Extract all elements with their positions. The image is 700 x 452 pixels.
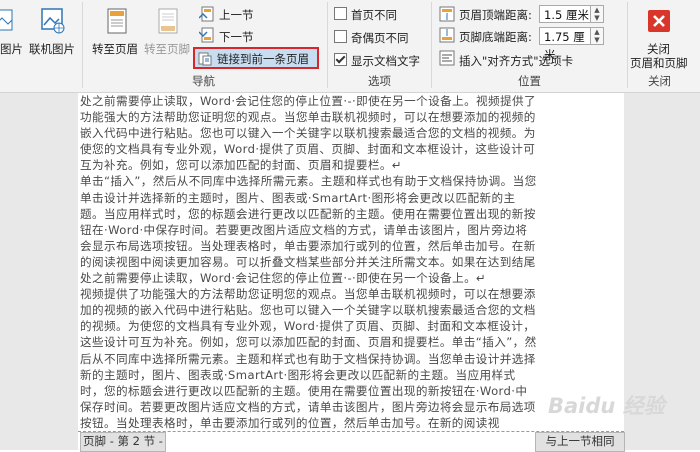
odd-even-diff-checkbox[interactable]	[334, 30, 347, 43]
paragraph[interactable]: 处之前需要停止读取，Word·会记住您的停止位置·-·即使在另一个设备上。视频提…	[80, 93, 538, 173]
footer-section-tab: 页脚 - 第 2 节 -	[80, 432, 166, 452]
ribbon: 图片 联机图片 转至页眉 转至页脚 上一节 下一节 链接到前一条页眉 导航 首页…	[0, 0, 700, 93]
odd-even-diff-label[interactable]: 奇偶页不同	[351, 30, 409, 46]
header-top-input[interactable]: 1.5 厘米	[539, 5, 591, 23]
next-section-button[interactable]: 下一节	[219, 29, 254, 45]
show-doc-text-checkbox[interactable]	[334, 53, 347, 66]
watermark: Baidu 经验	[548, 394, 665, 418]
navigation-group-label: 导航	[192, 74, 215, 88]
link-to-previous-label: 链接到前一条页眉	[217, 52, 309, 66]
prev-section-icon[interactable]	[198, 6, 215, 22]
first-page-diff-checkbox[interactable]	[334, 7, 347, 20]
link-icon	[198, 51, 212, 66]
header-top-label: 页眉顶端距离:	[459, 8, 532, 22]
goto-header-icon[interactable]	[105, 7, 129, 35]
close-group-label: 关闭	[648, 74, 671, 88]
picture-icon[interactable]	[0, 8, 14, 32]
goto-header-button[interactable]: 转至页眉	[92, 41, 138, 57]
first-page-diff-label[interactable]: 首页不同	[351, 7, 397, 23]
online-picture-icon[interactable]	[40, 6, 66, 34]
paragraph[interactable]: 单击“插入”，然后从不同库中选择所需元素。主题和样式也有助于文档保持协调。当您单…	[80, 173, 538, 286]
same-as-previous-tab: 与上一节相同	[535, 432, 625, 452]
paragraph[interactable]: 视频提供了功能强大的方法帮助您证明您的观点。当您单击联机视频时，可以在想要添加的…	[80, 286, 538, 431]
footer-bottom-spinner[interactable]: ▲ ▼	[591, 27, 604, 45]
document-area: 处之前需要停止读取，Word·会记住您的停止位置·-·即使在另一个设备上。视频提…	[0, 93, 700, 452]
align-tab-icon[interactable]	[439, 50, 455, 66]
picture-button-label[interactable]: 图片	[0, 41, 23, 57]
header-top-spinner[interactable]: ▲ ▼	[591, 5, 604, 23]
document-body[interactable]: 处之前需要停止读取，Word·会记住您的停止位置·-·即使在另一个设备上。视频提…	[80, 93, 538, 431]
goto-footer-button: 转至页脚	[144, 42, 190, 56]
prev-section-button[interactable]: 上一节	[219, 7, 254, 23]
show-doc-text-label[interactable]: 显示文档文字	[351, 53, 420, 69]
footer-bottom-input[interactable]: 1.75 厘米	[539, 27, 591, 62]
footer-bottom-icon	[439, 27, 455, 43]
close-icon[interactable]	[648, 10, 670, 32]
online-picture-button-label[interactable]: 联机图片	[29, 41, 75, 57]
position-group-label: 位置	[518, 74, 541, 88]
link-to-previous-button[interactable]: 链接到前一条页眉	[193, 47, 319, 69]
goto-footer-icon	[156, 7, 180, 35]
insert-align-tab-button[interactable]: 插入"对齐方式"选项卡	[459, 53, 573, 69]
options-group-label: 选项	[368, 74, 391, 88]
footer-bottom-label: 页脚底端距离:	[459, 30, 532, 44]
close-button-line2[interactable]: 页眉和页脚	[630, 55, 688, 71]
next-section-icon[interactable]	[198, 27, 215, 43]
header-top-icon	[439, 6, 455, 22]
